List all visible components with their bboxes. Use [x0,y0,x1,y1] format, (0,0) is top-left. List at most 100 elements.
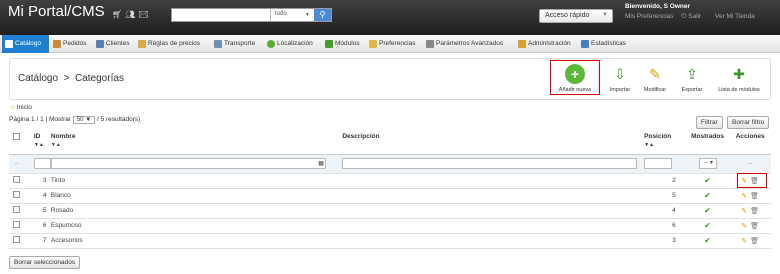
tab-customers[interactable]: Clientes [93,35,131,53]
tab-modules[interactable]: Módulos [322,35,362,53]
tab-price-rules[interactable]: Reglas de precios [135,35,202,53]
enabled-check-icon[interactable]: ✔ [704,176,711,185]
tab-statistics[interactable]: Estadísticas [578,35,628,53]
welcome-text: Bienvenido, S Owner [625,3,691,10]
select-all-checkbox[interactable] [13,133,20,140]
reset-filter-button[interactable]: Borrar filtro [727,116,770,129]
tab-localization[interactable]: Localización [264,35,315,53]
position-filter-input[interactable] [644,158,673,169]
shown-filter-select[interactable]: -- ▾ [698,158,717,169]
column-position: Posición ▼▲ [644,130,686,155]
column-id: ID ▼▲ [23,130,51,155]
tab-catalog[interactable]: Catálogo [2,35,49,53]
pencil-icon [369,40,377,48]
bulk-delete-button[interactable]: Borrar seleccionados [9,256,81,269]
breadcrumb[interactable]: ⌂ Inicio [11,104,32,111]
row-checkbox[interactable] [13,206,20,213]
edit-icon[interactable]: ✎ [741,208,747,215]
module-list-button[interactable]: ✚ Lista de módulos [714,64,764,93]
enabled-check-icon[interactable]: ✔ [704,236,711,245]
delete-icon[interactable]: 🗑︎ [750,238,759,245]
id-filter-input[interactable] [33,158,51,169]
delete-icon[interactable]: 🗑︎ [750,193,759,200]
sort-icon[interactable]: ▼▲ [51,142,342,148]
name-filter-input[interactable]: ▦ [50,158,326,169]
key-icon [518,40,526,48]
add-new-button[interactable]: + Añadir nueva [550,60,600,95]
enabled-check-icon[interactable]: ✔ [704,206,711,215]
sort-icon[interactable]: ▼▲ [34,142,51,148]
column-description: Descripción [342,130,645,155]
import-icon: ⇩ [614,66,626,82]
home-icon: ⌂ [11,104,15,111]
sort-icon[interactable]: ▼▲ [644,142,686,148]
pagination: Página 1 / 1 | Mostrar 50 ▼ / 5 resultad… [9,116,141,124]
plus-icon: + [565,64,585,84]
catalog-icon [5,40,13,48]
preferences-link[interactable]: Mis Preferencias [625,13,673,20]
row-checkbox[interactable] [13,191,20,198]
tab-orders[interactable]: Pedidos [50,35,89,53]
table-row[interactable]: 6 Espumoso 6 ✔ ✎ 🗑︎ [9,218,771,234]
header-quick-icons: 🛒︎👥︎✉︎ [112,10,151,19]
row-checkbox[interactable] [13,221,20,228]
search-input[interactable] [172,9,269,21]
globe-icon [267,40,275,48]
truck-icon [214,40,222,48]
enabled-check-icon[interactable]: ✔ [704,191,711,200]
column-shown: Mostrados [685,130,730,155]
tab-shipping[interactable]: Transporte [211,35,257,53]
chevron-down-icon: ▼ [85,117,92,123]
chart-icon [581,40,589,48]
column-name: Nombre ▼▲ [50,130,343,155]
edit-icon: ✎ [649,66,661,82]
top-header: Mi Portal/CMS 🛒︎👥︎✉︎ todo ▼ ⚲ Acceso rápi… [0,0,780,35]
export-button[interactable]: ⇪ Exportar [667,64,717,93]
calendar-icon: ▦ [318,161,324,167]
app-logo[interactable]: Mi Portal/CMS [8,3,105,20]
puzzle-icon: ✚ [733,66,745,82]
filter-button[interactable]: Filtrar [696,116,723,129]
delete-icon[interactable]: 🗑︎ [750,208,759,215]
wrench-icon [426,40,434,48]
quick-access-select[interactable]: Acceso rápido ▼ [539,9,613,23]
table-row[interactable]: 3 Tinto 2 ✔ ✎ 🗑︎ [9,173,771,189]
customers-icon [96,40,104,48]
chevron-down-icon: ▼ [305,12,310,18]
filter-row: -- ▦ -- ▾ -- [9,154,771,174]
per-page-select[interactable]: 50 ▼ [72,116,96,124]
cart-icon[interactable]: 🛒︎ [112,10,125,19]
table-row[interactable]: 7 Accesorios 3 ✔ ✎ 🗑︎ [9,233,771,249]
search-bar: todo ▼ ⚲ [171,8,332,22]
view-store-link[interactable]: Ver Mi Tienda [715,13,755,20]
delete-icon[interactable]: 🗑︎ [750,223,759,230]
header-links: Mis Preferencias ⏻ Salir Ver Mi Tienda [625,13,761,21]
edit-icon[interactable]: ✎ [741,193,747,200]
puzzle-icon [325,40,333,48]
messages-icon[interactable]: ✉︎ [138,10,151,19]
page-title: Catálogo > Categorías [18,73,124,84]
chevron-down-icon: ▾ [709,160,713,166]
column-actions: Acciones [729,130,771,155]
row-checkbox[interactable] [13,176,20,183]
orders-icon [53,40,61,48]
search-button[interactable]: ⚲ [314,9,331,21]
categories-table: ID ▼▲ Nombre ▼▲ Descripción Posición ▼▲ Mos… [9,130,771,249]
search-scope-select[interactable]: todo ▼ [270,9,312,21]
edit-icon[interactable]: ✎ [741,238,747,245]
enabled-check-icon[interactable]: ✔ [704,221,711,230]
logout-link[interactable]: ⏻ Salir [681,13,707,20]
price-rules-icon [138,40,146,48]
row-checkbox[interactable] [13,236,20,243]
table-row[interactable]: 4 Blanco 5 ✔ ✎ 🗑︎ [9,188,771,204]
tab-preferences[interactable]: Preferencias [366,35,418,53]
customers-icon[interactable]: 👥︎ [125,10,138,19]
description-filter-input[interactable] [342,158,638,169]
tab-administration[interactable]: Administración [515,35,573,53]
search-icon: ⚲ [319,10,326,19]
toolbar-panel: Catálogo > Categorías + Añadir nueva ⇩ Imp… [9,58,771,100]
edit-icon[interactable]: ✎ [741,223,747,230]
chevron-down-icon: ▼ [602,12,608,18]
table-row[interactable]: 5 Rosado 4 ✔ ✎ 🗑︎ [9,203,771,219]
tab-advanced-params[interactable]: Parámetros Avanzados [423,35,505,53]
